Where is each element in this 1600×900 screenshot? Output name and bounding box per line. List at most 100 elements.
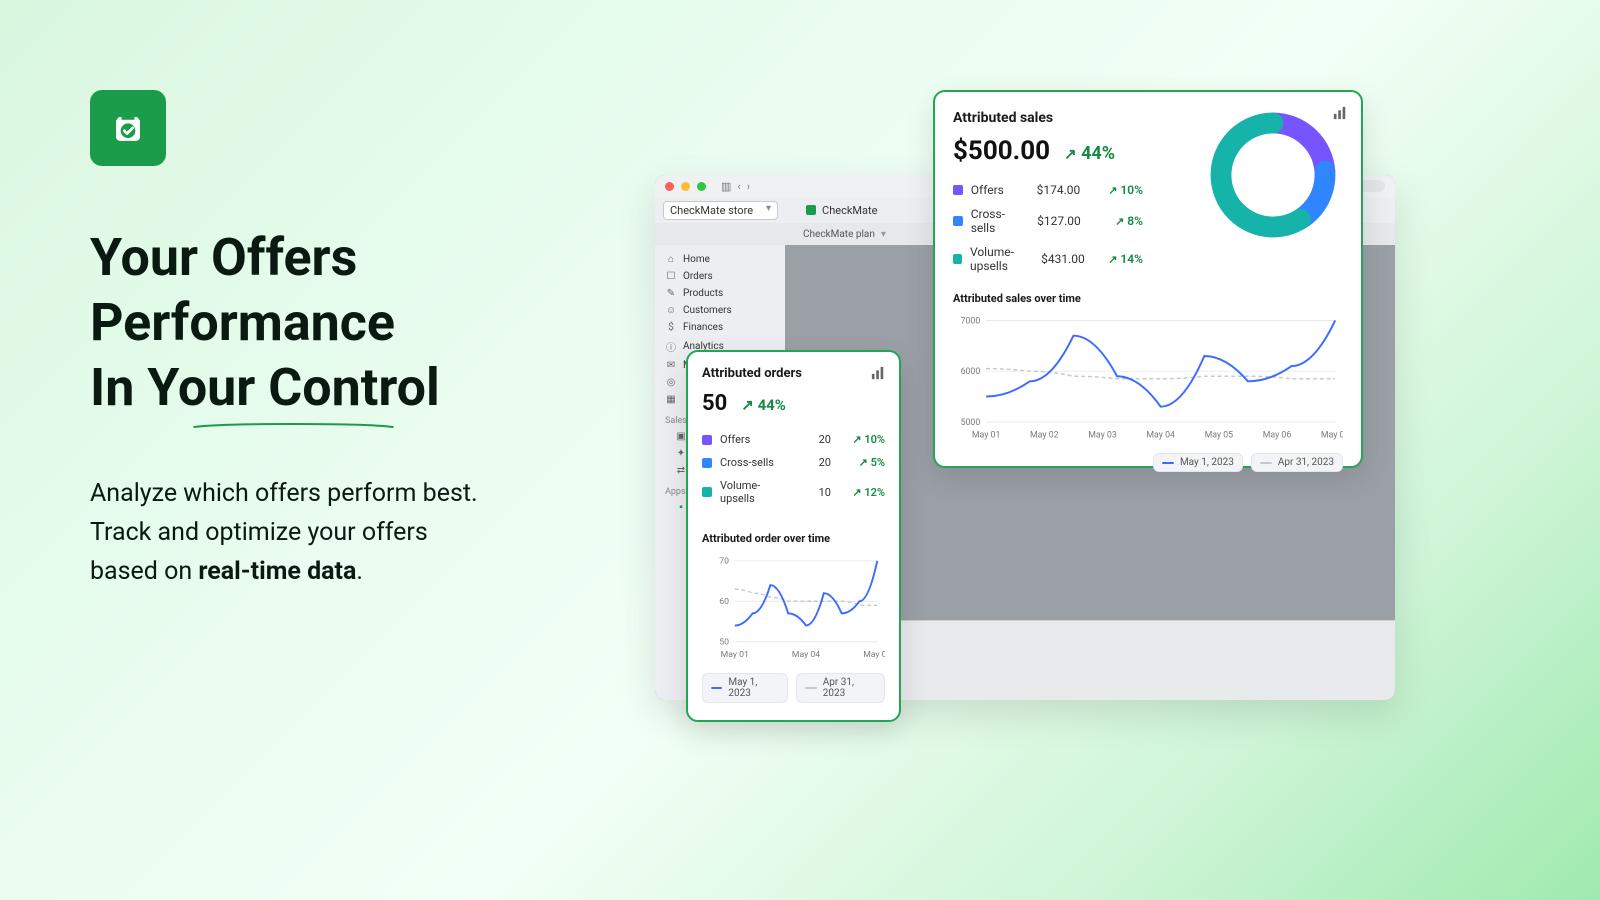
- app-breadcrumb: CheckMate: [806, 204, 877, 217]
- app-name: CheckMate: [822, 204, 877, 217]
- arrow-up-icon: ↗: [852, 433, 861, 446]
- sales-delta-value: 44%: [1081, 143, 1115, 164]
- sales-row-pct: ↗ 10%: [1088, 183, 1143, 197]
- chevron-down-icon[interactable]: ▾: [881, 229, 886, 240]
- svg-text:5000: 5000: [961, 418, 981, 428]
- svg-text:May 07: May 07: [1321, 430, 1343, 440]
- svg-text:50: 50: [719, 638, 729, 648]
- target-icon: ◎: [665, 377, 677, 388]
- maximize-dot-icon[interactable]: [697, 182, 706, 191]
- orders-row-label: Offers: [720, 433, 787, 446]
- svg-text:May 01: May 01: [972, 430, 1001, 440]
- sales-row-value: $174.00: [1012, 183, 1080, 197]
- arrow-up-icon: ↗: [1108, 184, 1117, 197]
- legend-label: Apr 31, 2023: [1278, 457, 1334, 468]
- orders-row-value: 10: [795, 486, 831, 499]
- svg-text:May 05: May 05: [1205, 430, 1234, 440]
- sales-line-chart: 5000 6000 7000 May 01 May 02 May 03 May 04 May …: [953, 313, 1343, 443]
- orders-line-chart: 506070May 01May 04May 07: [702, 553, 885, 663]
- orders-total: 50: [702, 391, 727, 416]
- legend-current[interactable]: May 1, 2023: [1153, 453, 1243, 472]
- legend-square-offers: [702, 435, 712, 445]
- orders-row-offers: Offers20↗ 10%: [702, 428, 885, 451]
- orders-row-pct: ↗ 10%: [839, 433, 885, 446]
- legend-previous[interactable]: Apr 31, 2023: [1251, 453, 1343, 472]
- legend-label: May 1, 2023: [1180, 457, 1234, 468]
- sidebar-item-orders[interactable]: ☐Orders: [661, 268, 779, 285]
- hero-subtitle: Analyze which offers perform best. Track…: [90, 475, 630, 591]
- arrow-up-icon: ↗: [741, 396, 754, 414]
- arrow-up-icon: ↗: [1108, 253, 1117, 266]
- legend-label: Apr 31, 2023: [823, 677, 876, 699]
- analytics-icon: ⓘ: [665, 339, 677, 354]
- svg-text:May 06: May 06: [1263, 430, 1292, 440]
- arrow-up-icon: ↗: [852, 486, 861, 499]
- hero-sub-line2b-prefix: based on: [90, 557, 198, 586]
- svg-text:70: 70: [719, 557, 729, 567]
- hero-sub-line2b-bold: real-time data: [198, 557, 356, 586]
- sidebar-item-home[interactable]: ⌂Home: [661, 251, 779, 268]
- plan-select-label: CheckMate plan: [803, 229, 875, 240]
- legend-previous[interactable]: Apr 31, 2023: [796, 673, 885, 703]
- arrow-up-icon: ↗: [859, 456, 868, 469]
- arrow-up-icon: ↗: [1115, 215, 1124, 228]
- hero-line3-prefix: In: [90, 357, 147, 418]
- minimize-dot-icon[interactable]: [681, 182, 690, 191]
- hero-line3-underlined: Your Control: [147, 355, 439, 420]
- arrow-up-icon: ↗: [1064, 145, 1077, 163]
- close-dot-icon[interactable]: [665, 182, 674, 191]
- svg-text:May 03: May 03: [1088, 430, 1117, 440]
- svg-text:May 02: May 02: [1030, 430, 1059, 440]
- store-select[interactable]: CheckMate store: [663, 201, 778, 220]
- sidebar-item-products[interactable]: ✎Products: [661, 285, 779, 302]
- orders-chart-title: Attributed order over time: [702, 532, 885, 545]
- sidebar-item-label: Products: [683, 288, 723, 299]
- sales-row-value: $127.00: [1013, 214, 1081, 228]
- chart-icon[interactable]: [1333, 106, 1347, 120]
- browser-nav: ▥ ‹ ›: [721, 180, 750, 193]
- pct-value: 10%: [1120, 183, 1143, 197]
- legend-swatch-icon: [805, 687, 816, 689]
- sales-chart-title: Attributed sales over time: [953, 292, 1343, 305]
- back-icon[interactable]: ‹: [737, 180, 740, 193]
- store-select-label: CheckMate store: [670, 204, 753, 217]
- legend-square-offers: [953, 185, 963, 195]
- svg-text:May 04: May 04: [1146, 430, 1175, 440]
- sales-row-label: Cross-sells: [971, 207, 1005, 235]
- sales-total: $500.00: [953, 136, 1050, 166]
- sales-title: Attributed sales: [953, 110, 1203, 126]
- svg-text:7000: 7000: [961, 316, 981, 326]
- pct-value: 10%: [864, 433, 885, 446]
- svg-text:6000: 6000: [961, 367, 981, 377]
- hero-sub-line2b-suffix: .: [356, 557, 363, 586]
- sales-row-label: Volume-upsells: [970, 245, 1014, 273]
- legend-square-cross: [702, 458, 712, 468]
- donut-chart: [1208, 110, 1338, 240]
- legend-current[interactable]: May 1, 2023: [702, 673, 788, 703]
- sales-row-offers: Offers$174.00↗ 10%: [953, 178, 1143, 202]
- sidebar-toggle-icon[interactable]: ▥: [721, 180, 731, 193]
- orders-row-value: 20: [795, 456, 831, 469]
- svg-text:60: 60: [719, 597, 729, 607]
- sales-delta: ↗ 44%: [1064, 143, 1115, 164]
- svg-text:May 04: May 04: [792, 650, 820, 660]
- sidebar-item-customers[interactable]: ☺Customers: [661, 302, 779, 319]
- hero-line1: Your Offers: [90, 227, 357, 288]
- sales-row-value: $431.00: [1022, 252, 1085, 266]
- forward-icon[interactable]: ›: [747, 180, 750, 193]
- sidebar-item-finances[interactable]: $Finances: [661, 319, 779, 336]
- legend-square-cross: [953, 216, 963, 226]
- pct-value: 5%: [871, 456, 885, 469]
- chart-icon[interactable]: [871, 366, 885, 380]
- app-icon: [806, 205, 816, 215]
- orders-title: Attributed orders: [702, 366, 885, 381]
- sales-row-cross: Cross-sells $127.00 ↗ 8%: [953, 202, 1143, 240]
- sales-row-volume: Volume-upsells $431.00 ↗ 14%: [953, 240, 1143, 278]
- hero: Your Offers Performance In Your Control …: [90, 225, 630, 591]
- legend-square-volume: [702, 487, 712, 497]
- sidebar-item-label: Finances: [683, 322, 723, 333]
- orders-row-pct: ↗ 5%: [839, 456, 885, 469]
- sales-row-pct: ↗ 14%: [1093, 252, 1143, 266]
- sales-row-pct: ↗ 8%: [1089, 214, 1143, 228]
- orders-row-label: Volume-upsells: [720, 479, 787, 505]
